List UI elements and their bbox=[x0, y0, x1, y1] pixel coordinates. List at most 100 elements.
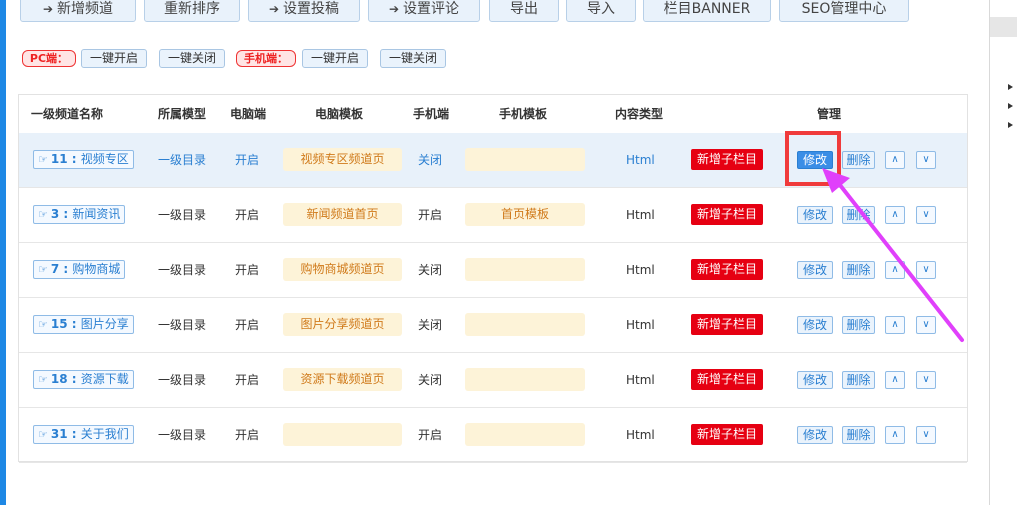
channel-name-button[interactable]: ☞ 15 : 图片分享 bbox=[33, 315, 134, 334]
arrow-right-icon: ➔ bbox=[42, 2, 54, 16]
thumbs-up-icon: ☞ bbox=[38, 153, 48, 166]
mobile-template-cell: 首页模板 bbox=[465, 203, 585, 226]
delete-button[interactable]: 删除 bbox=[842, 151, 875, 169]
add-subcategory-button[interactable]: 新增子栏目 bbox=[691, 149, 763, 170]
mobile-status-cell: 关闭 bbox=[418, 263, 443, 277]
channel-name-button[interactable]: ☞ 18 : 资源下载 bbox=[33, 370, 134, 389]
expand-arrow-icon[interactable] bbox=[1008, 103, 1013, 109]
channel-name: 资源下载 bbox=[80, 372, 129, 386]
mobile-status-cell: 关闭 bbox=[418, 153, 443, 167]
content-type-cell: Html bbox=[626, 428, 655, 442]
arrow-right-icon: ➔ bbox=[388, 2, 400, 16]
mobile-status-cell: 关闭 bbox=[418, 318, 443, 332]
pc-status-cell: 开启 bbox=[235, 318, 260, 332]
toolbar-button-0[interactable]: ➔ 新增频道 bbox=[20, 0, 136, 22]
channel-id: 11 bbox=[50, 152, 68, 166]
add-subcategory-button[interactable]: 新增子栏目 bbox=[691, 259, 763, 280]
toolbar-button-label: 导出 bbox=[510, 1, 538, 17]
toolbar-button-label: 栏目BANNER bbox=[663, 1, 751, 17]
pc-template-cell bbox=[283, 423, 402, 446]
model-cell: 一级目录 bbox=[158, 428, 207, 442]
edit-button[interactable]: 修改 bbox=[797, 426, 833, 444]
move-down-button[interactable]: ∨ bbox=[916, 151, 936, 169]
channel-name-button[interactable]: ☞ 31 : 关于我们 bbox=[33, 425, 134, 444]
table-row: ☞ 11 : 视频专区 一级目录 开启 视频专区频道页 关闭 Html 新增子栏目 修改 删除 ∧ ∨ bbox=[19, 133, 967, 188]
mobile-template-cell bbox=[465, 258, 585, 281]
channel-id-sep: : bbox=[67, 372, 81, 386]
move-up-button[interactable]: ∧ bbox=[885, 426, 905, 444]
expand-arrow-icon[interactable] bbox=[1008, 84, 1013, 90]
channel-id-sep: : bbox=[67, 427, 81, 441]
toolbar-button-7[interactable]: SEO管理中心 bbox=[779, 0, 909, 22]
delete-button[interactable]: 删除 bbox=[842, 261, 875, 279]
thumbs-up-icon: ☞ bbox=[38, 318, 48, 331]
toolbar-button-1[interactable]: 重新排序 bbox=[144, 0, 240, 22]
mobile-template-cell bbox=[465, 313, 585, 336]
mobile-open-all-button[interactable]: 一键开启 bbox=[302, 49, 368, 68]
channel-name-button[interactable]: ☞ 7 : 购物商城 bbox=[33, 260, 126, 279]
pc-close-all-button[interactable]: 一键关闭 bbox=[159, 49, 225, 68]
move-down-button[interactable]: ∨ bbox=[916, 316, 936, 334]
move-down-button[interactable]: ∨ bbox=[916, 206, 936, 224]
move-up-button[interactable]: ∧ bbox=[885, 151, 905, 169]
add-subcategory-button[interactable]: 新增子栏目 bbox=[691, 424, 763, 445]
edit-button[interactable]: 修改 bbox=[797, 316, 833, 334]
content-type-cell: Html bbox=[626, 373, 655, 387]
mobile-status-cell: 开启 bbox=[418, 428, 443, 442]
right-panel-bar[interactable] bbox=[990, 17, 1017, 37]
expand-arrow-icon[interactable] bbox=[1008, 122, 1013, 128]
pc-label: PC端： bbox=[22, 50, 76, 67]
toolbar-button-label: 导入 bbox=[587, 1, 615, 17]
col-content-type: 内容类型 bbox=[615, 107, 664, 121]
pc-status-cell: 开启 bbox=[235, 428, 260, 442]
toolbar-button-label: 设置评论 bbox=[403, 1, 460, 17]
toolbar-button-4[interactable]: 导出 bbox=[489, 0, 559, 22]
channel-id: 18 bbox=[50, 372, 68, 386]
thumbs-up-icon: ☞ bbox=[38, 373, 48, 386]
edit-button[interactable]: 修改 bbox=[797, 371, 833, 389]
channel-name: 图片分享 bbox=[80, 317, 129, 331]
move-up-button[interactable]: ∧ bbox=[885, 261, 905, 279]
mobile-label: 手机端： bbox=[236, 50, 296, 67]
add-subcategory-button[interactable]: 新增子栏目 bbox=[691, 369, 763, 390]
mobile-template-cell bbox=[465, 368, 585, 391]
channel-name-button[interactable]: ☞ 11 : 视频专区 bbox=[33, 150, 134, 169]
thumbs-up-icon: ☞ bbox=[38, 263, 48, 276]
main-content: ➔ 新增频道 重新排序 ➔ 设置投稿 ➔ 设置评论 导出 导入 栏目BANNER SEO管理中心 P… bbox=[6, 0, 986, 505]
add-subcategory-button[interactable]: 新增子栏目 bbox=[691, 314, 763, 335]
pc-status-cell: 开启 bbox=[235, 263, 260, 277]
edit-button[interactable]: 修改 bbox=[797, 206, 833, 224]
add-subcategory-button[interactable]: 新增子栏目 bbox=[691, 204, 763, 225]
mobile-close-all-button[interactable]: 一键关闭 bbox=[380, 49, 446, 68]
pc-open-all-button[interactable]: 一键开启 bbox=[81, 49, 147, 68]
toolbar-button-3[interactable]: ➔ 设置评论 bbox=[368, 0, 480, 22]
model-cell: 一级目录 bbox=[158, 153, 207, 167]
toolbar-button-5[interactable]: 导入 bbox=[566, 0, 636, 22]
toolbar-button-2[interactable]: ➔ 设置投稿 bbox=[248, 0, 360, 22]
delete-button[interactable]: 删除 bbox=[842, 316, 875, 334]
delete-button[interactable]: 删除 bbox=[842, 371, 875, 389]
channel-name-button[interactable]: ☞ 3 : 新闻资讯 bbox=[33, 205, 126, 224]
move-up-button[interactable]: ∧ bbox=[885, 206, 905, 224]
move-up-button[interactable]: ∧ bbox=[885, 316, 905, 334]
model-cell: 一级目录 bbox=[158, 263, 207, 277]
content-type-cell: Html bbox=[626, 208, 655, 222]
channel-id: 7 bbox=[50, 262, 60, 276]
move-down-button[interactable]: ∨ bbox=[916, 426, 936, 444]
edit-button[interactable]: 修改 bbox=[797, 261, 833, 279]
edit-button[interactable]: 修改 bbox=[797, 151, 833, 169]
move-up-button[interactable]: ∧ bbox=[885, 371, 905, 389]
channel-id-sep: : bbox=[67, 152, 81, 166]
pc-template-cell: 购物商城频道页 bbox=[283, 258, 402, 281]
channel-name: 视频专区 bbox=[80, 152, 129, 166]
col-pc: 电脑端 bbox=[230, 107, 267, 121]
delete-button[interactable]: 删除 bbox=[842, 426, 875, 444]
move-down-button[interactable]: ∨ bbox=[916, 261, 936, 279]
col-channel-name: 一级频道名称 bbox=[31, 107, 104, 121]
thumbs-up-icon: ☞ bbox=[38, 208, 48, 221]
content-type-cell: Html bbox=[626, 318, 655, 332]
toolbar-button-6[interactable]: 栏目BANNER bbox=[643, 0, 771, 22]
channel-name: 购物商城 bbox=[72, 262, 121, 276]
delete-button[interactable]: 删除 bbox=[842, 206, 875, 224]
move-down-button[interactable]: ∨ bbox=[916, 371, 936, 389]
